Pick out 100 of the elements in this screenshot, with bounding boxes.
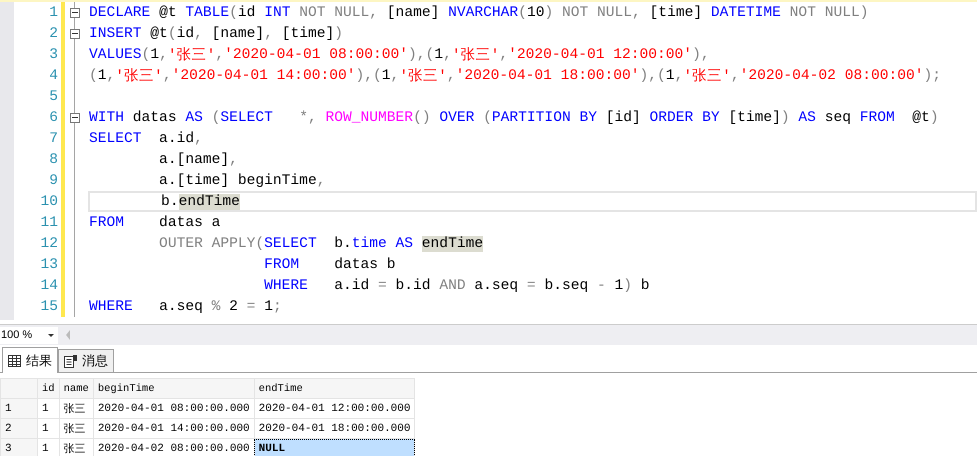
sql-operator: (: [482, 110, 492, 126]
code-text: 1: [434, 46, 444, 62]
sql-keyword: SELECT: [220, 110, 273, 126]
code-text: id: [238, 4, 256, 20]
sql-operator: ,: [390, 68, 400, 84]
code-text: [time]: [280, 26, 334, 42]
sql-operator: (: [168, 26, 177, 42]
sql-operator: ,: [162, 68, 172, 84]
sql-operator: (: [89, 68, 98, 84]
table-cell[interactable]: 张三: [59, 418, 94, 438]
sql-operator: NOT NULL,: [298, 4, 378, 20]
code-text: 1: [614, 278, 624, 294]
line-number: 4: [48, 68, 59, 84]
sql-keyword: TABLE: [185, 4, 230, 20]
collapse-icon[interactable]: [70, 112, 80, 122]
column-header[interactable]: beginTime: [93, 378, 254, 398]
code-text: 1: [263, 298, 273, 314]
string-literal: '2020-04-01 14:00:00': [172, 68, 356, 84]
code-text: a.seq: [158, 298, 204, 314]
sql-operator: ,: [215, 46, 224, 62]
sql-keyword: ORDER BY: [650, 110, 720, 126]
sql-keyword: OVER: [438, 110, 474, 126]
code-text: datas: [132, 110, 178, 126]
sql-operator: -: [597, 278, 606, 294]
sql-operator: ): [780, 110, 790, 126]
sql-operator: NOT NULL): [788, 4, 868, 20]
collapse-icon[interactable]: [70, 28, 80, 38]
code-text: id: [176, 26, 194, 42]
sql-keyword: AS: [797, 110, 816, 126]
sql-keyword: PARTITION BY: [492, 110, 597, 126]
sql-operator: ),(: [640, 68, 666, 84]
sql-keyword: SELECT: [89, 130, 142, 146]
line-number: 1: [48, 4, 59, 20]
sql-keyword: FROM: [89, 214, 124, 230]
code-text: a.[name]: [158, 152, 230, 168]
table-cell[interactable]: 张三: [59, 398, 94, 418]
code-text: a.[time] beginTime: [158, 172, 317, 188]
table-cell[interactable]: 1: [38, 418, 60, 438]
sql-operator: ,: [106, 68, 116, 84]
row-number[interactable]: 2: [0, 418, 38, 438]
sql-operator: ,: [674, 68, 684, 84]
table-cell[interactable]: 2020-04-01 12:00:00.000: [254, 398, 415, 418]
results-tab[interactable]: 结果: [2, 347, 58, 373]
line-number: 2: [48, 26, 59, 42]
string-literal: '张三': [115, 67, 163, 85]
sql-operator: ) NOT NULL,: [544, 4, 641, 20]
table-cell[interactable]: 2020-04-01 14:00:00.000: [93, 418, 254, 438]
code-text: b.: [333, 236, 352, 252]
sql-keyword: WHERE: [263, 278, 308, 294]
code-text: @t: [911, 110, 930, 126]
table-cell[interactable]: 2020-04-01 08:00:00.000: [93, 398, 254, 418]
collapse-icon[interactable]: [70, 8, 80, 18]
line-number: 14: [39, 278, 59, 294]
column-header[interactable]: id: [38, 378, 60, 398]
sql-operator: ): [930, 110, 939, 126]
sql-operator: (: [210, 110, 220, 126]
string-literal: '张三': [168, 46, 216, 64]
sql-keyword: WHERE: [89, 298, 133, 314]
code-text: 1: [382, 68, 391, 84]
code-text: a.seq: [473, 278, 520, 294]
code-text: datas b: [333, 256, 396, 272]
sql-operator: );: [924, 68, 942, 84]
row-number[interactable]: 3: [0, 438, 38, 456]
sql-operator: ),: [692, 46, 710, 62]
line-number: 5: [48, 88, 59, 104]
sql-keyword: VALUES: [89, 46, 142, 62]
results-tab[interactable]: 消息: [58, 349, 114, 372]
line-number: 15: [39, 298, 59, 314]
zoom-dropdown[interactable]: 100 %: [0, 326, 58, 344]
sql-operator: ,: [194, 130, 203, 146]
line-number: 12: [39, 236, 59, 252]
string-literal: '2020-04-01 08:00:00': [224, 46, 408, 62]
sql-operator: ,: [446, 68, 456, 84]
sql-keyword: FROM: [263, 256, 300, 272]
sql-operator: ,: [499, 46, 508, 62]
code-text: 1: [98, 68, 107, 84]
sql-operator: =: [526, 278, 536, 294]
code-text: [id]: [604, 110, 642, 126]
line-number: 11: [39, 214, 59, 230]
sql-keyword: AS: [185, 110, 203, 126]
code-text: b.id: [394, 278, 432, 294]
code-text: datas a: [158, 214, 220, 230]
sql-operator: ,: [264, 26, 273, 42]
sql-operator: =: [378, 278, 387, 294]
sql-operator: ,: [194, 26, 203, 42]
sql-keyword: INSERT: [89, 26, 142, 42]
document-icon: [64, 354, 77, 368]
column-header[interactable]: name: [59, 378, 94, 398]
sql-operator: %: [212, 298, 220, 314]
sql-operator: ),(: [356, 68, 382, 84]
string-literal: '张三': [683, 67, 731, 85]
column-header[interactable]: endTime: [254, 378, 415, 398]
sql-keyword: FROM: [860, 110, 895, 126]
grid-icon: [8, 354, 21, 366]
row-number[interactable]: 1: [0, 398, 38, 418]
table-cell[interactable]: 1: [38, 398, 60, 418]
table-cell[interactable]: NULL: [254, 438, 415, 456]
code-text: 10: [526, 4, 544, 20]
sql-operator: OUTER APPLY(: [158, 236, 264, 252]
code-text: @t: [149, 26, 168, 42]
